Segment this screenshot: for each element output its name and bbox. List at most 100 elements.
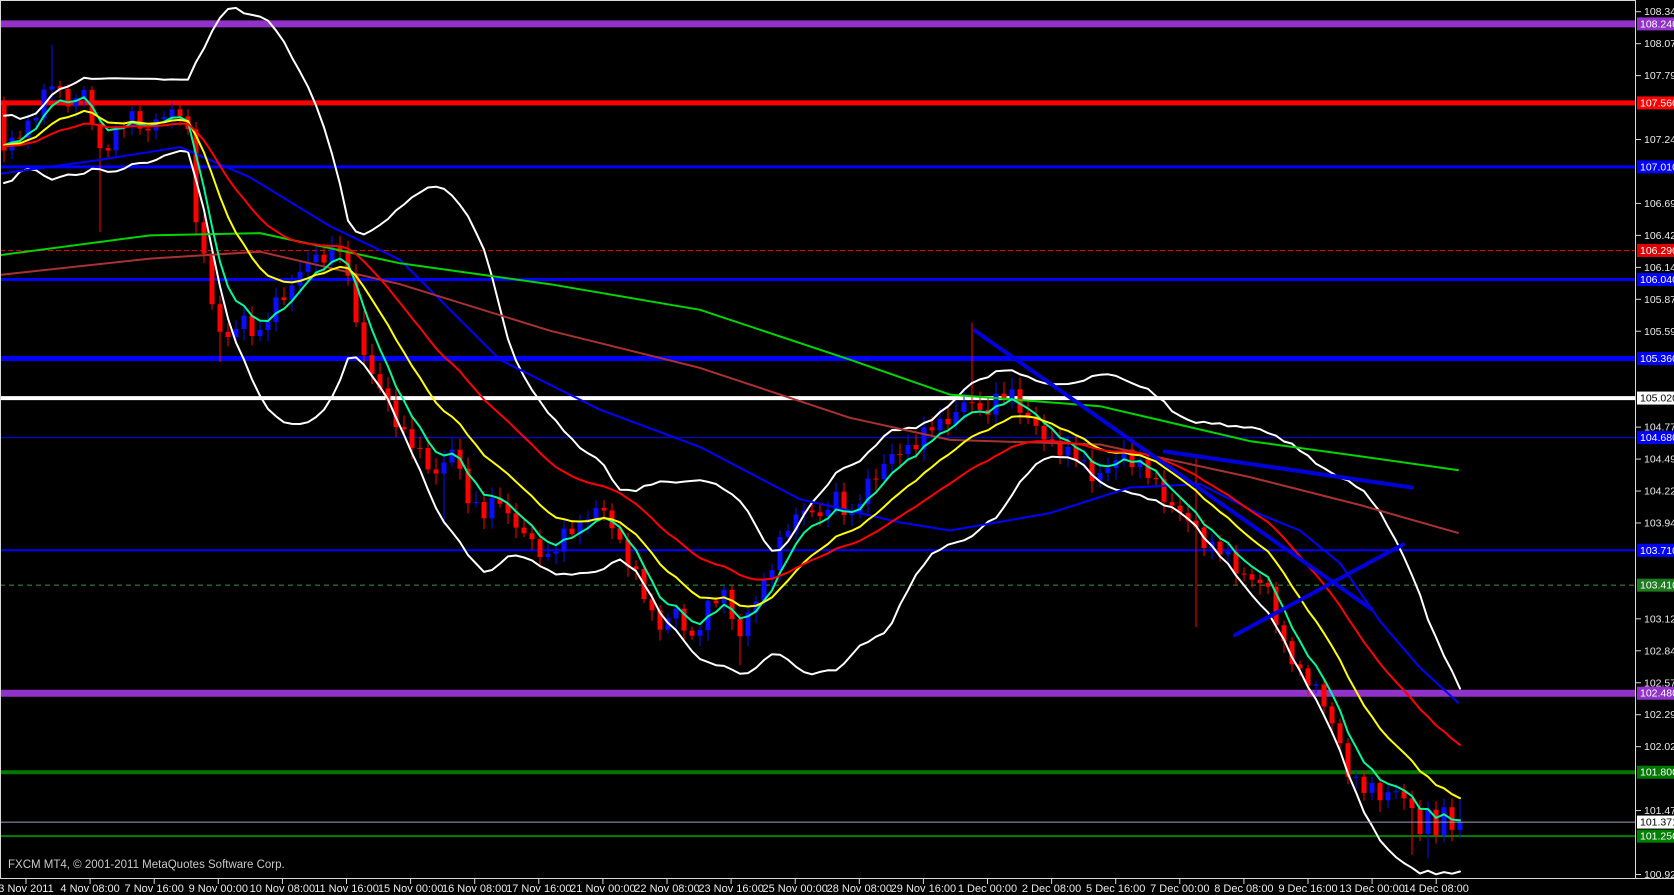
candle — [201, 222, 207, 254]
candle — [697, 629, 703, 636]
candle — [1377, 783, 1383, 801]
time-tick-label: 7 Dec 00:00 — [1150, 883, 1209, 895]
time-tick-label: 9 Dec 16:00 — [1278, 883, 1337, 895]
price-level-label: 107.560 — [1640, 97, 1674, 109]
candle — [969, 402, 975, 404]
candle — [1417, 808, 1423, 834]
price-level-label: 103.710 — [1640, 545, 1674, 557]
candle — [1257, 579, 1263, 583]
candle — [145, 128, 151, 131]
candle — [49, 86, 55, 90]
price-level-label: 104.680 — [1640, 432, 1674, 444]
candle — [529, 533, 535, 540]
candle — [849, 513, 855, 516]
time-tick-label: 13 Dec 00:00 — [1339, 883, 1404, 895]
time-tick-label: 4 Nov 08:00 — [60, 883, 119, 895]
candle — [937, 418, 943, 431]
candle — [1041, 425, 1047, 440]
candle — [569, 528, 575, 535]
candle — [897, 453, 903, 455]
candle — [249, 315, 255, 337]
price-tick-label: 108.345 — [1644, 6, 1674, 18]
candle — [521, 527, 527, 534]
price-level-label: 105.360 — [1640, 353, 1674, 365]
candle — [1433, 809, 1439, 836]
candle — [1089, 460, 1095, 482]
candle — [737, 619, 743, 637]
candle — [593, 507, 599, 519]
candle — [409, 429, 415, 448]
candle — [1065, 446, 1071, 456]
chart-background — [0, 0, 1674, 895]
price-level-label: 106.040 — [1640, 274, 1674, 286]
candle — [929, 427, 935, 431]
candle — [1265, 582, 1271, 587]
candle — [449, 449, 455, 463]
price-tick-label: 107.795 — [1644, 70, 1674, 82]
candle — [913, 444, 919, 450]
candle — [441, 462, 447, 474]
candle — [1153, 477, 1159, 480]
candle — [545, 553, 551, 558]
time-tick-label: 2 Dec 08:00 — [1022, 883, 1081, 895]
candle — [433, 469, 439, 474]
candle — [489, 498, 495, 519]
candle — [729, 589, 735, 620]
time-tick-label: 28 Nov 08:00 — [827, 883, 892, 895]
candle — [873, 478, 879, 480]
candle — [777, 537, 783, 571]
candle — [97, 123, 103, 149]
price-tick-label: 100.920 — [1644, 869, 1674, 881]
candle — [1329, 706, 1335, 724]
time-tick-label: 11 Nov 16:00 — [314, 883, 379, 895]
price-tick-label: 106.695 — [1644, 198, 1674, 210]
candle — [473, 501, 479, 504]
candle — [1225, 551, 1231, 555]
price-tick-label: 106.145 — [1644, 262, 1674, 274]
candle — [1393, 791, 1399, 793]
candle — [33, 118, 39, 121]
candle — [945, 418, 951, 425]
candle — [321, 254, 327, 263]
price-tick-label: 107.245 — [1644, 134, 1674, 146]
candle — [297, 271, 303, 286]
candle — [169, 109, 175, 118]
candle — [217, 304, 223, 332]
time-tick-label: 15 Nov 00:00 — [378, 883, 443, 895]
time-tick-label: 3 Nov 2011 — [0, 883, 54, 895]
time-tick-label: 1 Dec 00:00 — [958, 883, 1017, 895]
candle — [225, 331, 231, 338]
price-level-label: 107.010 — [1640, 161, 1674, 173]
candlestick-chart[interactable]: 108.345 108.070 107.795 107.245 106.695 106.4… — [0, 0, 1674, 895]
price-level-label: 106.290 — [1640, 245, 1674, 257]
candle — [817, 512, 823, 517]
time-tick-label: 9 Nov 00:00 — [189, 883, 248, 895]
time-tick-label: 5 Dec 16:00 — [1086, 883, 1145, 895]
candle — [1457, 822, 1463, 830]
candle — [177, 109, 183, 117]
time-tick-label: 10 Nov 08:00 — [250, 883, 315, 895]
price-level-label: 102.480 — [1640, 688, 1674, 700]
price-level-label: 101.250 — [1640, 831, 1674, 843]
candle — [1321, 684, 1327, 707]
candle — [553, 551, 559, 554]
time-tick-label: 21 Nov 00:00 — [570, 883, 635, 895]
candle — [601, 507, 607, 511]
time-tick-label: 7 Nov 16:00 — [125, 883, 184, 895]
candle — [265, 321, 271, 331]
price-tick-label: 105.595 — [1644, 326, 1674, 338]
candle — [1249, 574, 1255, 580]
time-tick-label: 14 Dec 08:00 — [1403, 883, 1468, 895]
price-tick-label: 105.870 — [1644, 294, 1674, 306]
price-level-label: 105.020 — [1640, 393, 1674, 405]
candle — [313, 254, 319, 263]
time-tick-label: 25 Nov 00:00 — [762, 883, 827, 895]
price-tick-label: 108.070 — [1644, 38, 1674, 50]
candle — [689, 630, 695, 636]
candle — [425, 448, 431, 470]
mt4-chart-window: 108.345 108.070 107.795 107.245 106.695 106.4… — [0, 0, 1674, 895]
price-tick-label: 102.295 — [1644, 709, 1674, 721]
price-tick-label: 102.020 — [1644, 741, 1674, 753]
time-tick-label: 23 Nov 16:00 — [698, 883, 763, 895]
candle — [961, 402, 967, 413]
